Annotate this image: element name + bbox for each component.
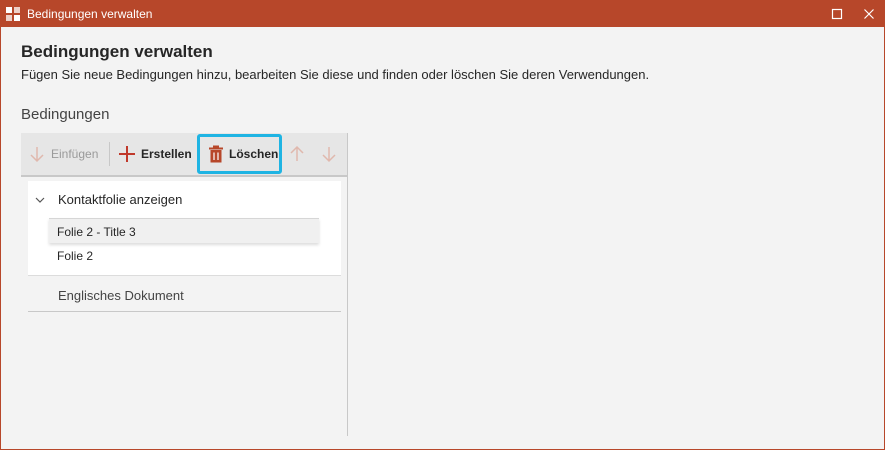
insert-label: Einfügen [51, 147, 99, 161]
manage-conditions-window: Bedingungen verwalten Bedingungen verwal… [0, 0, 885, 450]
page-description: Fügen Sie neue Bedingungen hinzu, bearbe… [21, 67, 650, 82]
maximize-icon [831, 8, 843, 20]
toolbar-divider [109, 142, 110, 166]
move-down-button[interactable] [320, 133, 338, 175]
page-heading: Bedingungen verwalten [21, 42, 213, 61]
create-button[interactable]: Erstellen [118, 133, 192, 175]
title-bar[interactable]: Bedingungen verwalten [1, 1, 884, 27]
tree-group[interactable]: Englisches Dokument [28, 276, 341, 312]
conditions-section-label: Bedingungen [21, 106, 110, 123]
plus-icon [119, 146, 135, 162]
chevron-down-icon[interactable] [34, 193, 46, 211]
delete-button[interactable]: Löschen [197, 134, 282, 174]
tree-group-label: Kontaktfolie anzeigen [58, 192, 183, 207]
maximize-button[interactable] [819, 1, 855, 27]
conditions-toolbar: Einfügen Erstellen Löschen [21, 133, 347, 177]
delete-label: Löschen [229, 147, 279, 161]
close-icon [864, 9, 874, 19]
window-title: Bedingungen verwalten [27, 7, 153, 21]
conditions-tree: Kontaktfolie anzeigen Folie 2 - Title 3 … [28, 181, 341, 312]
arrow-down-icon [322, 147, 336, 163]
insert-button[interactable]: Einfügen [28, 133, 98, 175]
conditions-panel: Einfügen Erstellen Löschen Kontaktfolie … [21, 133, 348, 436]
create-label: Erstellen [141, 147, 192, 161]
arrow-up-icon [290, 145, 304, 161]
move-up-button[interactable] [288, 133, 306, 175]
tree-group[interactable]: Kontaktfolie anzeigen Folie 2 - Title 3 … [28, 181, 341, 276]
arrow-down-icon [30, 147, 44, 163]
close-button[interactable] [851, 1, 884, 27]
tree-item-selected[interactable]: Folie 2 - Title 3 [49, 218, 319, 243]
tree-item-label[interactable]: Folie 2 [57, 249, 93, 263]
tree-group-label: Englisches Dokument [58, 288, 184, 303]
trash-icon [209, 145, 223, 163]
app-icon [5, 6, 21, 22]
tree-item-label: Folie 2 - Title 3 [57, 225, 136, 239]
